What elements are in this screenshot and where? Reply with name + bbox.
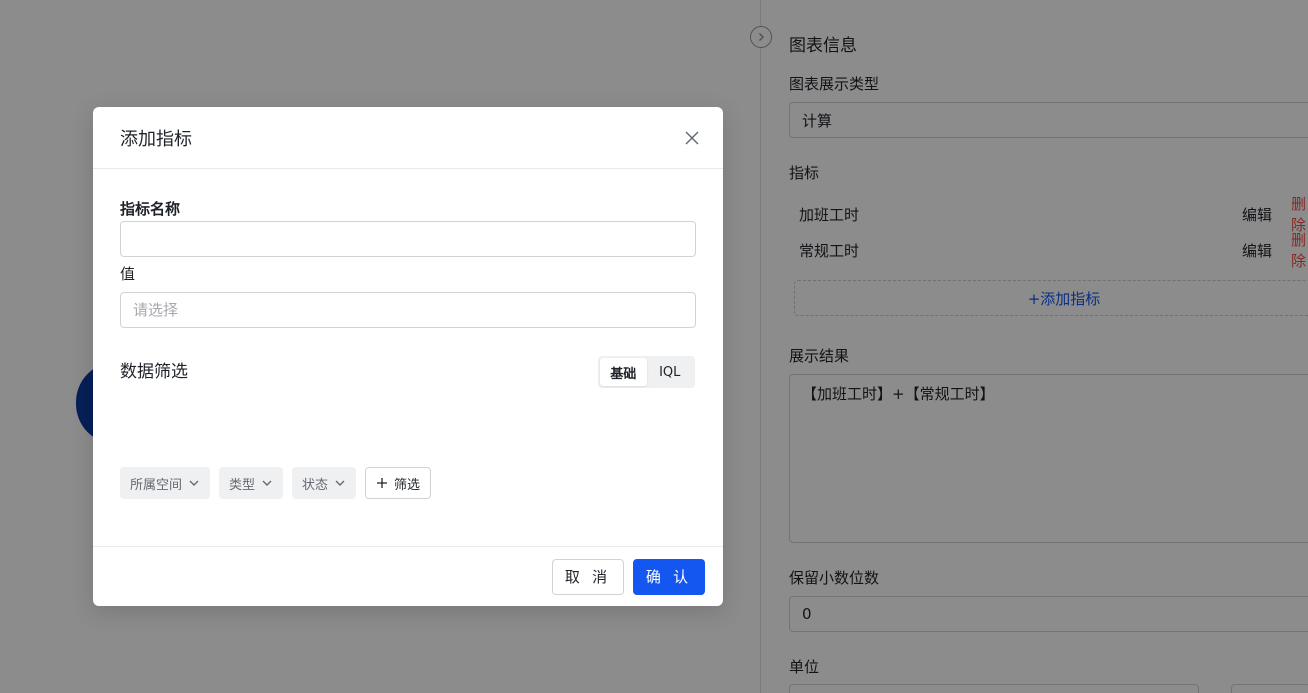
value-select[interactable] bbox=[120, 292, 696, 328]
add-filter-label: 筛选 bbox=[394, 477, 421, 493]
confirm-button[interactable]: 确 认 bbox=[633, 558, 705, 595]
dialog-header: 添加指标 bbox=[93, 107, 723, 169]
filter-status-label: 状态 bbox=[302, 477, 329, 493]
cancel-button[interactable]: 取 消 bbox=[552, 558, 624, 595]
data-filter-title: 数据筛选 bbox=[120, 362, 188, 382]
mode-iql-tab[interactable]: IQL bbox=[647, 358, 694, 386]
add-metric-dialog: 添加指标 指标名称 值 数据筛选 所属空间 类型 状态 筛选 bbox=[93, 107, 723, 606]
close-icon[interactable] bbox=[683, 129, 701, 147]
dialog-title: 添加指标 bbox=[120, 128, 192, 150]
filter-type[interactable]: 类型 bbox=[219, 467, 284, 499]
chevron-down-icon bbox=[335, 480, 345, 486]
filter-type-label: 类型 bbox=[229, 477, 256, 493]
filter-space-label: 所属空间 bbox=[130, 477, 183, 493]
chevron-down-icon bbox=[262, 480, 272, 486]
filter-mode-toggle: 基础 IQL bbox=[598, 356, 695, 388]
dialog-footer: 取 消 确 认 bbox=[93, 546, 723, 606]
mode-basic-tab[interactable]: 基础 bbox=[600, 358, 647, 386]
add-filter-button[interactable]: 筛选 bbox=[365, 467, 432, 499]
chevron-down-icon bbox=[189, 480, 199, 486]
metric-name-label: 指标名称 bbox=[120, 200, 181, 218]
plus-icon bbox=[377, 478, 388, 488]
filter-bar: 所属空间 类型 状态 筛选 bbox=[120, 467, 432, 499]
value-label: 值 bbox=[120, 265, 136, 283]
metric-name-input[interactable] bbox=[120, 221, 696, 257]
filter-space[interactable]: 所属空间 bbox=[120, 467, 211, 499]
filter-status[interactable]: 状态 bbox=[292, 467, 357, 499]
